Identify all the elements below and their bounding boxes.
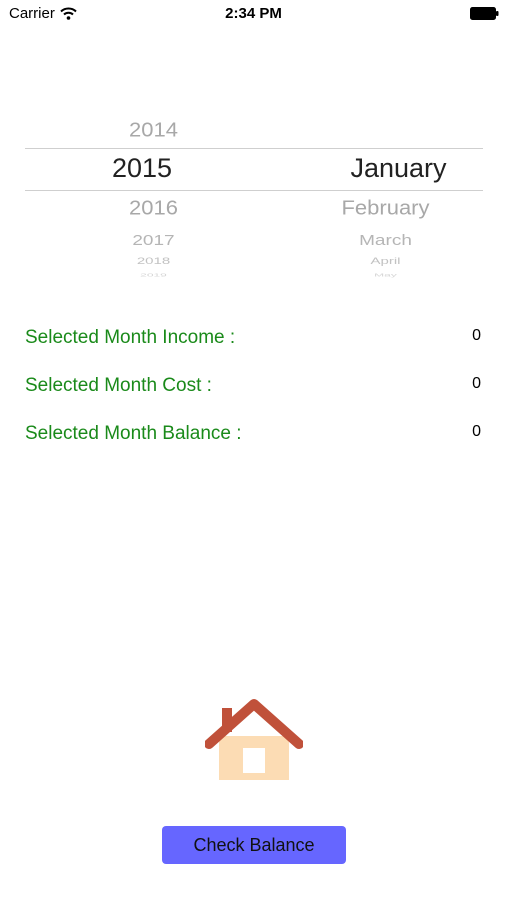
check-balance-button[interactable]: Check Balance — [162, 826, 346, 864]
month-option[interactable]: May — [288, 273, 483, 278]
year-wheel[interactable]: 2014 2015 2016 2017 2018 2019 — [25, 110, 254, 280]
month-option[interactable]: February — [288, 196, 483, 220]
income-value: 0 — [472, 327, 481, 344]
month-option-selected[interactable]: January — [314, 153, 483, 184]
home-icon — [205, 699, 303, 780]
balance-row: Selected Month Balance : 0 — [25, 423, 483, 451]
year-option-selected[interactable]: 2015 — [24, 153, 260, 184]
year-option[interactable]: 2018 — [53, 256, 254, 266]
income-row: Selected Month Income : 0 — [25, 327, 483, 355]
month-option[interactable]: March — [288, 232, 483, 250]
status-bar: Carrier 2:34 PM — [0, 0, 507, 28]
battery-icon — [470, 7, 499, 20]
month-year-picker[interactable]: 2014 2015 2016 2017 2018 2019 January Fe… — [25, 110, 483, 280]
income-label: Selected Month Income : — [25, 327, 236, 348]
month-option[interactable]: April — [288, 256, 483, 266]
month-wheel[interactable]: January February March April May — [254, 110, 483, 280]
year-option[interactable]: 2016 — [53, 196, 254, 220]
year-option[interactable]: 2019 — [53, 273, 254, 278]
year-option[interactable]: 2014 — [53, 118, 254, 142]
balance-value: 0 — [472, 423, 481, 440]
year-option[interactable]: 2017 — [53, 232, 254, 250]
app-screen: Carrier 2:34 PM 2014 2015 2016 2017 2018… — [0, 0, 507, 900]
cost-label: Selected Month Cost : — [25, 375, 212, 396]
cost-row: Selected Month Cost : 0 — [25, 375, 483, 403]
cost-value: 0 — [472, 375, 481, 392]
balance-label: Selected Month Balance : — [25, 423, 242, 444]
status-time: 2:34 PM — [225, 5, 282, 22]
